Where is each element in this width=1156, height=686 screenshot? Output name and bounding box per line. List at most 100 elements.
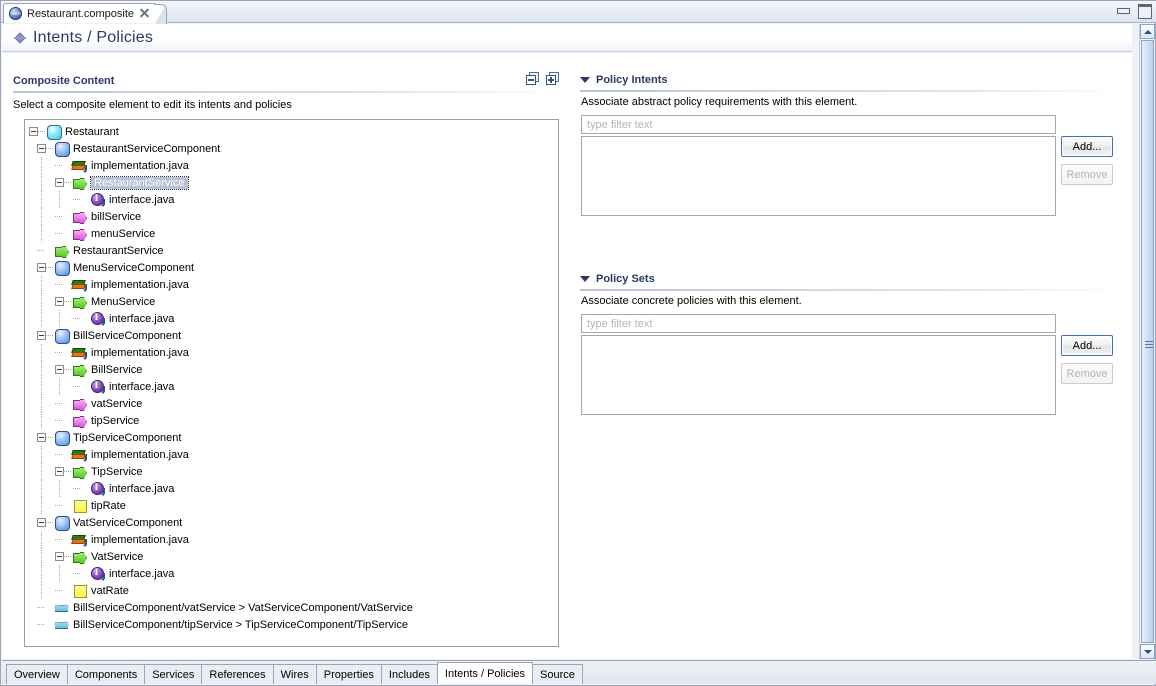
policy-sets-list[interactable] (581, 335, 1056, 415)
policy-intents-filter-input[interactable] (581, 115, 1056, 134)
page-tab-properties[interactable]: Properties (315, 664, 382, 684)
tree-item-billservicecomponent-vatservice-vatservicecomponent-vatservice[interactable]: BillServiceComponent/vatService > VatSer… (25, 599, 558, 616)
tree-item-interface-java[interactable]: Iinterface.java (25, 480, 558, 497)
service-icon (72, 549, 87, 564)
tree-item-restaurantservicecomponent[interactable]: RestaurantServiceComponent (25, 140, 558, 157)
tree-item-tipservice[interactable]: TipService (25, 463, 558, 480)
tree-indent (37, 548, 55, 565)
tree-item-vatservice[interactable]: VatService (25, 548, 558, 565)
tree-item-interface-java[interactable]: Iinterface.java (25, 310, 558, 327)
policy-intents-add-button[interactable]: Add... (1061, 136, 1113, 157)
tree-item-interface-java[interactable]: Iinterface.java (25, 565, 558, 582)
tree-item-implementation-java[interactable]: implementation.java (25, 157, 558, 174)
tree-indent (37, 395, 55, 412)
tree-item-restaurant[interactable]: Restaurant (25, 123, 558, 140)
policy-sets-add-button[interactable]: Add... (1061, 335, 1113, 356)
tree-item-label: vatService (91, 397, 143, 410)
policy-sets-remove-button: Remove (1061, 363, 1113, 384)
scroll-up-icon[interactable] (1140, 24, 1155, 39)
tree-indent (55, 565, 73, 582)
tree-item-implementation-java[interactable]: implementation.java (25, 531, 558, 548)
tree-indent (55, 310, 73, 327)
service-icon (72, 175, 87, 190)
java-interface-icon: I (90, 566, 105, 581)
tree-connector (55, 157, 62, 174)
page-tab-source[interactable]: Source (532, 664, 583, 684)
page-tab-references[interactable]: References (201, 664, 274, 684)
scroll-down-icon[interactable] (1140, 644, 1155, 659)
policy-intents-remove-button: Remove (1061, 164, 1113, 185)
policy-intents-list[interactable] (581, 136, 1056, 216)
composite-tree[interactable]: Restaurant RestaurantServiceComponent impl… (24, 119, 559, 647)
tree-connector (73, 480, 80, 497)
tree-connector (46, 140, 53, 157)
tree-item-implementation-java[interactable]: implementation.java (25, 344, 558, 361)
tree-item-menuservice[interactable]: menuService (25, 225, 558, 242)
tree-item-billservice[interactable]: billService (25, 208, 558, 225)
tree-indent (55, 378, 73, 395)
tree-twisty-collapse[interactable] (37, 518, 46, 527)
editor-tab-restaurant-composite[interactable]: Restaurant.composite (3, 3, 167, 25)
service-icon (54, 243, 69, 258)
tree-item-vatrate[interactable]: vatRate (25, 582, 558, 599)
scrollbar-thumb[interactable] (1141, 40, 1154, 643)
page-tab-wires[interactable]: Wires (272, 664, 317, 684)
tree-twisty-collapse[interactable] (55, 467, 64, 476)
tree-item-interface-java[interactable]: Iinterface.java (25, 378, 558, 395)
policy-sets-header: Policy Sets (580, 271, 1125, 287)
tree-twisty-collapse[interactable] (55, 365, 64, 374)
tree-item-billservicecomponent-tipservice-tipservicecomponent-tipservice[interactable]: BillServiceComponent/tipService > TipSer… (25, 616, 558, 633)
minimize-icon[interactable] (1116, 4, 1130, 16)
tree-item-billservice[interactable]: BillService (25, 361, 558, 378)
close-icon[interactable] (139, 8, 150, 19)
tree-indent (37, 582, 55, 599)
tree-item-vatservice[interactable]: vatService (25, 395, 558, 412)
collapse-all-icon[interactable] (526, 72, 539, 85)
tree-item-tiprate[interactable]: tipRate (25, 497, 558, 514)
tree-item-label: MenuServiceComponent (73, 261, 195, 274)
tree-item-interface-java[interactable]: Iinterface.java (25, 191, 558, 208)
tree-indent (37, 565, 55, 582)
page-title: Intents / Policies (33, 28, 154, 46)
expand-all-icon[interactable] (546, 72, 559, 85)
tree-item-tipservicecomponent[interactable]: TipServiceComponent (25, 429, 558, 446)
tree-twisty-collapse[interactable] (55, 297, 64, 306)
tree-item-implementation-java[interactable]: implementation.java (25, 446, 558, 463)
tree-twisty-collapse[interactable] (37, 263, 46, 272)
page-tab-intents-policies[interactable]: Intents / Policies (436, 662, 533, 684)
tree-twisty-collapse[interactable] (37, 144, 46, 153)
tree-item-tipservice[interactable]: tipService (25, 412, 558, 429)
page-tab-services[interactable]: Services (144, 664, 203, 684)
tree-twisty-collapse[interactable] (29, 127, 38, 136)
caret-down-icon[interactable] (580, 276, 590, 282)
vertical-scrollbar[interactable] (1139, 24, 1155, 659)
tree-twisty-collapse[interactable] (37, 433, 46, 442)
tree-item-implementation-java[interactable]: implementation.java (25, 276, 558, 293)
tree-item-restaurantservice[interactable]: RestaurantService (25, 174, 558, 191)
tree-item-menuservice[interactable]: MenuService (25, 293, 558, 310)
tree-item-billservicecomponent[interactable]: BillServiceComponent (25, 327, 558, 344)
tree-twisty-collapse[interactable] (55, 178, 64, 187)
maximize-icon[interactable] (1137, 4, 1152, 19)
page-tab-overview[interactable]: Overview (6, 664, 68, 684)
editor-tab-label: Restaurant.composite (27, 7, 134, 20)
tree-item-menuservicecomponent[interactable]: MenuServiceComponent (25, 259, 558, 276)
tree-twisty-collapse[interactable] (37, 331, 46, 340)
tree-indent (37, 480, 55, 497)
tree-item-restaurantservice[interactable]: RestaurantService (25, 242, 558, 259)
page-tab-components[interactable]: Components (66, 664, 146, 684)
policy-intents-title: Policy Intents (596, 74, 668, 86)
policy-sets-filter-input[interactable] (581, 314, 1056, 333)
tree-twisty-collapse[interactable] (55, 552, 64, 561)
tree-item-vatservicecomponent[interactable]: VatServiceComponent (25, 514, 558, 531)
page-tab-includes[interactable]: Includes (380, 664, 438, 684)
caret-down-icon[interactable] (580, 77, 590, 83)
